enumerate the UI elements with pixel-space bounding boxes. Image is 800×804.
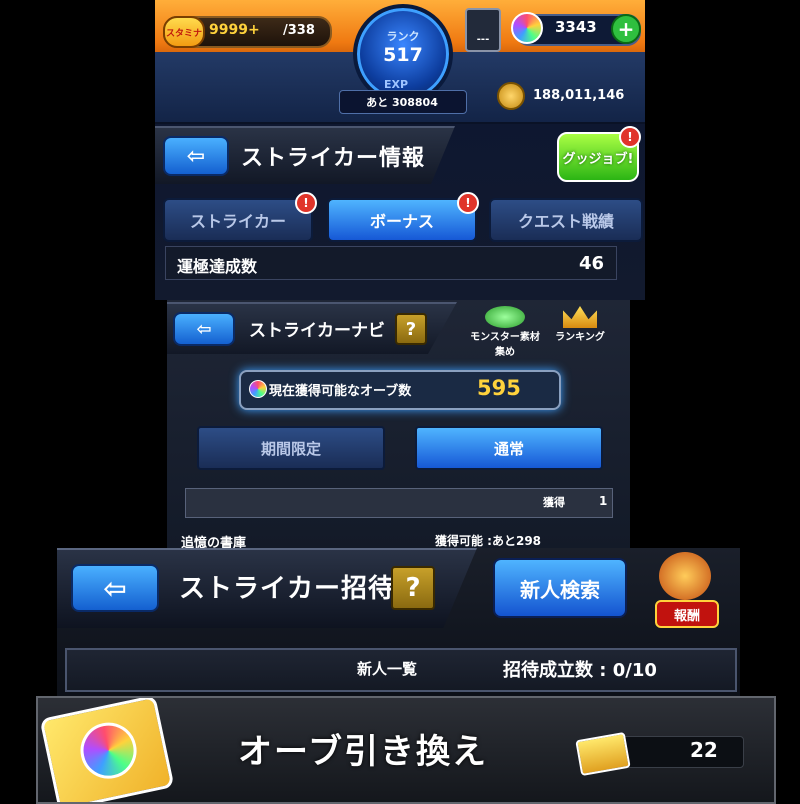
stamina-meter: スタミナ 9999+ /338 — [163, 16, 332, 48]
orb-value: 3343 — [555, 18, 597, 36]
new-list-label: 新人一覧 — [357, 660, 418, 678]
obtained-value: 1 — [599, 494, 608, 508]
stat-label: 運極達成数 — [177, 257, 258, 276]
invite-title: ストライカー招待 — [179, 574, 396, 604]
stamina-max: /338 — [283, 23, 315, 38]
tab-bonus[interactable]: ボーナス — [327, 198, 477, 242]
limited-time-button[interactable]: 期間限定 — [197, 426, 385, 470]
reward-label: 報酬 — [655, 600, 719, 628]
orb-icon — [511, 12, 543, 44]
stamina-value: 9999+ — [209, 22, 260, 38]
gold-value: 188,011,146 — [533, 88, 625, 103]
navi-panel: ⇦ ストライカーナビ ? モンスター素材集め ランキング 現在獲得可能なオーブ数… — [167, 300, 630, 550]
orb-exchange-panel[interactable]: オーブ引き換え 22 — [36, 696, 776, 804]
lock-value: --- — [476, 34, 490, 45]
stat-value: 46 — [579, 253, 605, 274]
add-orbs-button[interactable]: + — [611, 14, 641, 44]
ranking-label: ランキング — [555, 332, 605, 343]
status-panel: スタミナ 9999+ /338 ランク 517 EXP あと 308804 --… — [155, 0, 645, 300]
ticket-count: 22 — [690, 738, 718, 762]
tab-quest-record[interactable]: クエスト戦績 — [489, 198, 643, 242]
invite-help-button[interactable]: ? — [391, 566, 435, 610]
ranking-button[interactable]: ランキング — [547, 304, 613, 352]
monster-materials-button[interactable]: モンスター素材集め — [467, 304, 543, 358]
normal-button[interactable]: 通常 — [415, 426, 603, 470]
navi-title: ストライカーナビ — [249, 321, 385, 341]
crown-icon — [563, 306, 597, 328]
back-button[interactable]: ⇦ — [163, 136, 229, 176]
invite-back-button[interactable]: ⇦ — [71, 564, 159, 612]
invite-success-count: 招待成立数 : 0/10 — [503, 660, 657, 681]
orb-icon — [75, 717, 142, 784]
tab-striker[interactable]: ストライカー — [163, 198, 313, 242]
exchange-title: オーブ引き換え — [238, 732, 488, 772]
orb-card-icon — [39, 698, 175, 802]
gold-coin-icon — [497, 82, 525, 110]
ticket-counter — [622, 736, 744, 768]
orb-count-value: 595 — [477, 376, 521, 400]
stamina-icon: スタミナ — [163, 16, 205, 48]
new-search-button[interactable]: 新人検索 — [493, 558, 627, 618]
reward-button[interactable]: 報酬 — [647, 552, 725, 628]
exp-remaining: あと 308804 — [366, 96, 438, 109]
tab-striker-alert-icon: ! — [295, 192, 317, 214]
invite-panel: ⇦ ストライカー招待 ? 新人検索 報酬 新人一覧 招待成立数 : 0/10 — [57, 548, 740, 696]
rank-value: 517 — [383, 44, 423, 66]
goodjob-alert-icon: ! — [619, 126, 641, 148]
quest-available: 獲得可能 :あと298 — [435, 534, 542, 548]
obtained-label: 獲得 — [543, 496, 565, 509]
orb-count-label: 現在獲得可能なオーブ数 — [269, 384, 412, 399]
orb-icon — [249, 380, 267, 398]
dragon-icon — [659, 552, 711, 600]
lock-icon[interactable] — [465, 8, 501, 52]
rank-label: ランク — [386, 30, 420, 43]
navi-back-button[interactable]: ⇦ — [173, 312, 235, 346]
navi-help-button[interactable]: ? — [395, 313, 427, 345]
tab-bonus-alert-icon: ! — [457, 192, 479, 214]
page-title: ストライカー情報 — [241, 146, 426, 171]
monster-materials-label: モンスター素材集め — [470, 332, 540, 358]
ticket-icon — [575, 731, 631, 777]
clover-icon — [485, 306, 525, 328]
